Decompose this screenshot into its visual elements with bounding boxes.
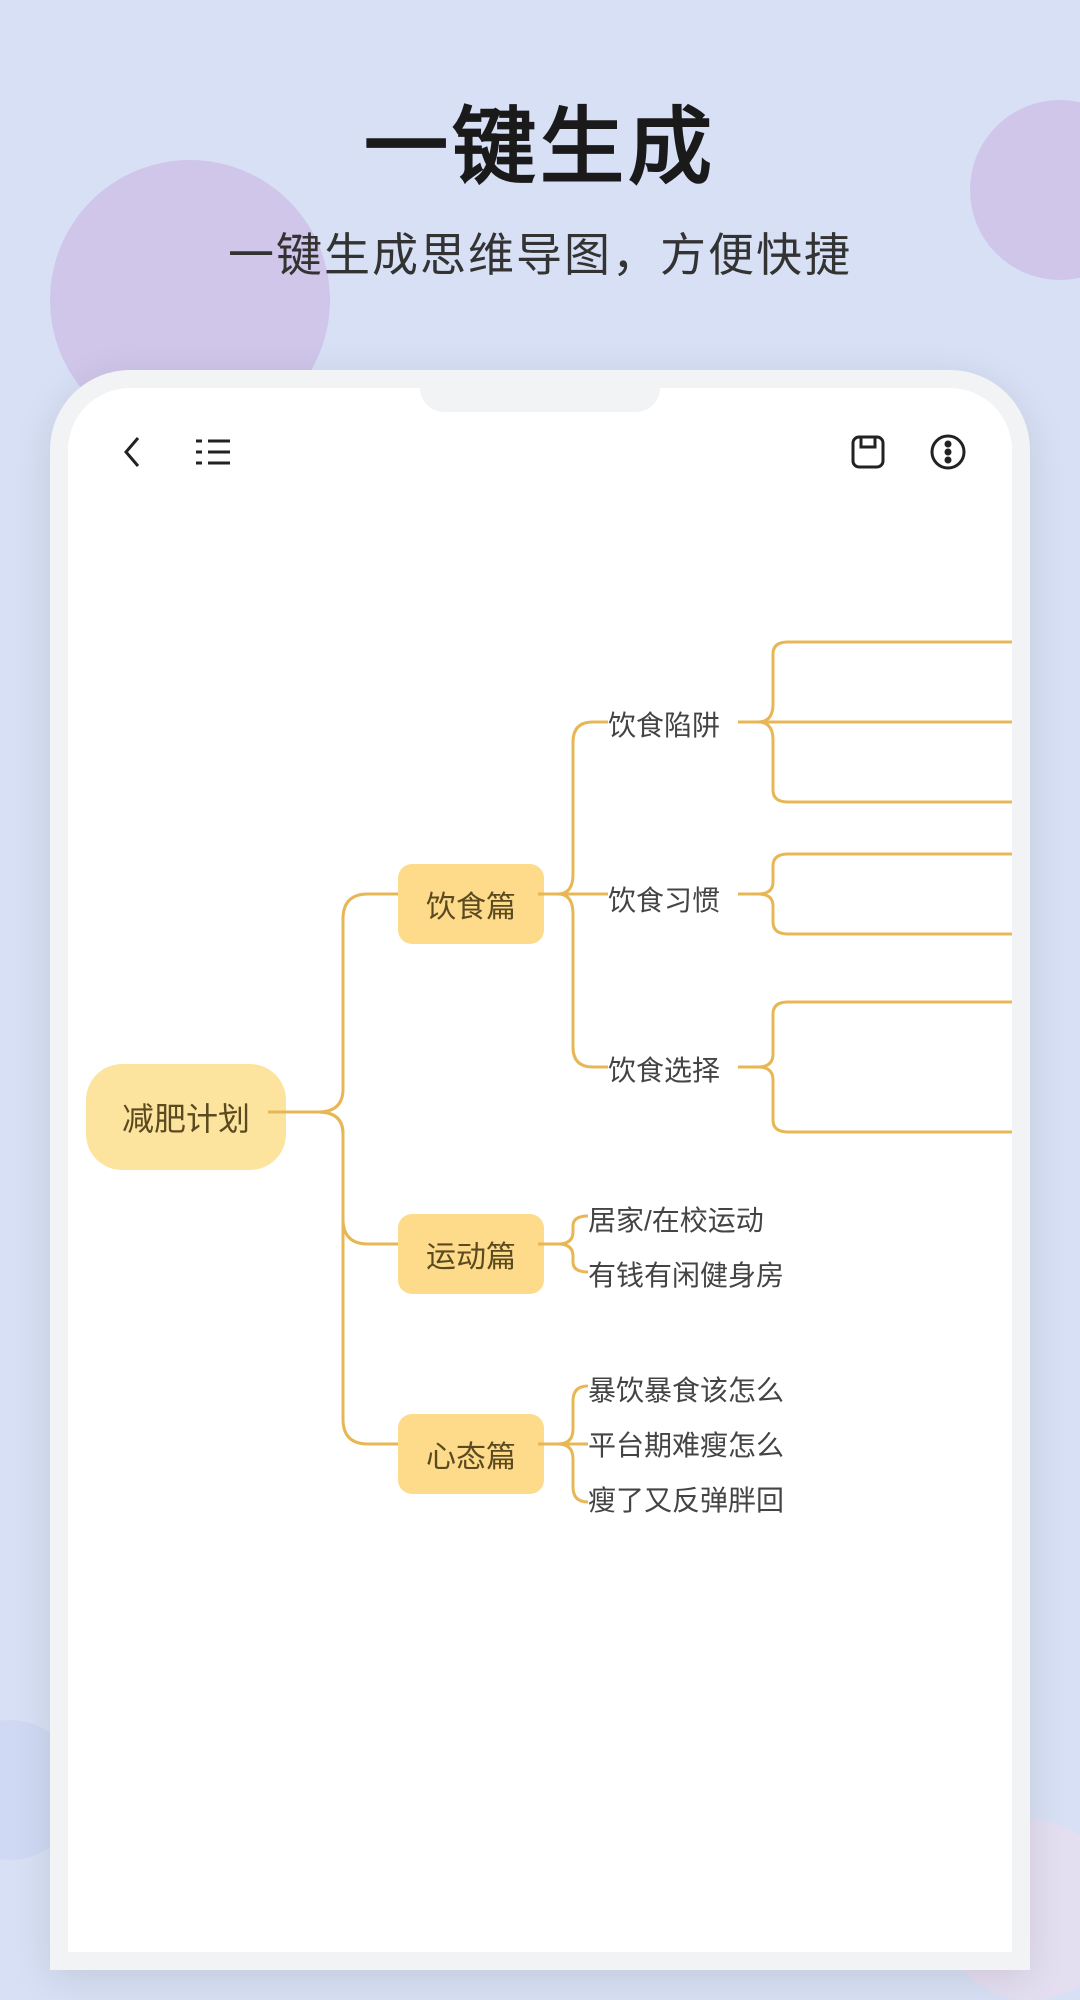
save-button[interactable]	[846, 430, 890, 474]
node-label: 运动篇	[426, 1232, 516, 1276]
mindmap-canvas[interactable]: 减肥计划 饮食篇 饮食陷阱 饮食习惯 饮食选择 运动篇 居家/在校运动 有钱有闲…	[68, 494, 1012, 1938]
more-vertical-icon	[929, 433, 967, 471]
phone-frame: 减肥计划 饮食篇 饮食陷阱 饮食习惯 饮食选择 运动篇 居家/在校运动 有钱有闲…	[50, 370, 1030, 1970]
mindmap-leaf-node[interactable]: 饮食选择	[608, 1049, 720, 1089]
mindmap-leaf-node[interactable]: 饮食习惯	[608, 879, 720, 919]
hero-subtitle: 一键生成思维导图，方便快捷	[0, 219, 1080, 285]
mindmap-root-node[interactable]: 减肥计划	[86, 1064, 286, 1170]
mindmap-leaf-node[interactable]: 暴饮暴食该怎么	[588, 1369, 784, 1409]
node-label: 饮食篇	[426, 882, 516, 926]
mindmap-leaf-node[interactable]: 平台期难瘦怎么	[588, 1424, 784, 1464]
more-button[interactable]	[926, 430, 970, 474]
node-label: 减肥计划	[122, 1094, 250, 1140]
mindmap-leaf-node[interactable]: 饮食陷阱	[608, 704, 720, 744]
mindmap-branch-node[interactable]: 运动篇	[398, 1214, 544, 1294]
phone-notch	[420, 384, 660, 412]
outline-button[interactable]	[190, 430, 234, 474]
mindmap-branch-node[interactable]: 饮食篇	[398, 864, 544, 944]
list-icon	[192, 435, 232, 469]
chevron-left-icon	[118, 432, 146, 472]
mindmap-leaf-node[interactable]: 瘦了又反弹胖回	[588, 1479, 784, 1519]
mindmap-leaf-node[interactable]: 有钱有闲健身房	[588, 1254, 784, 1294]
mindmap-leaf-node[interactable]: 居家/在校运动	[588, 1199, 764, 1239]
back-button[interactable]	[110, 430, 154, 474]
save-icon	[849, 433, 887, 471]
node-label: 心态篇	[426, 1432, 516, 1476]
mindmap-branch-node[interactable]: 心态篇	[398, 1414, 544, 1494]
hero-title: 一键生成	[0, 80, 1080, 201]
hero-section: 一键生成 一键生成思维导图，方便快捷	[0, 80, 1080, 285]
